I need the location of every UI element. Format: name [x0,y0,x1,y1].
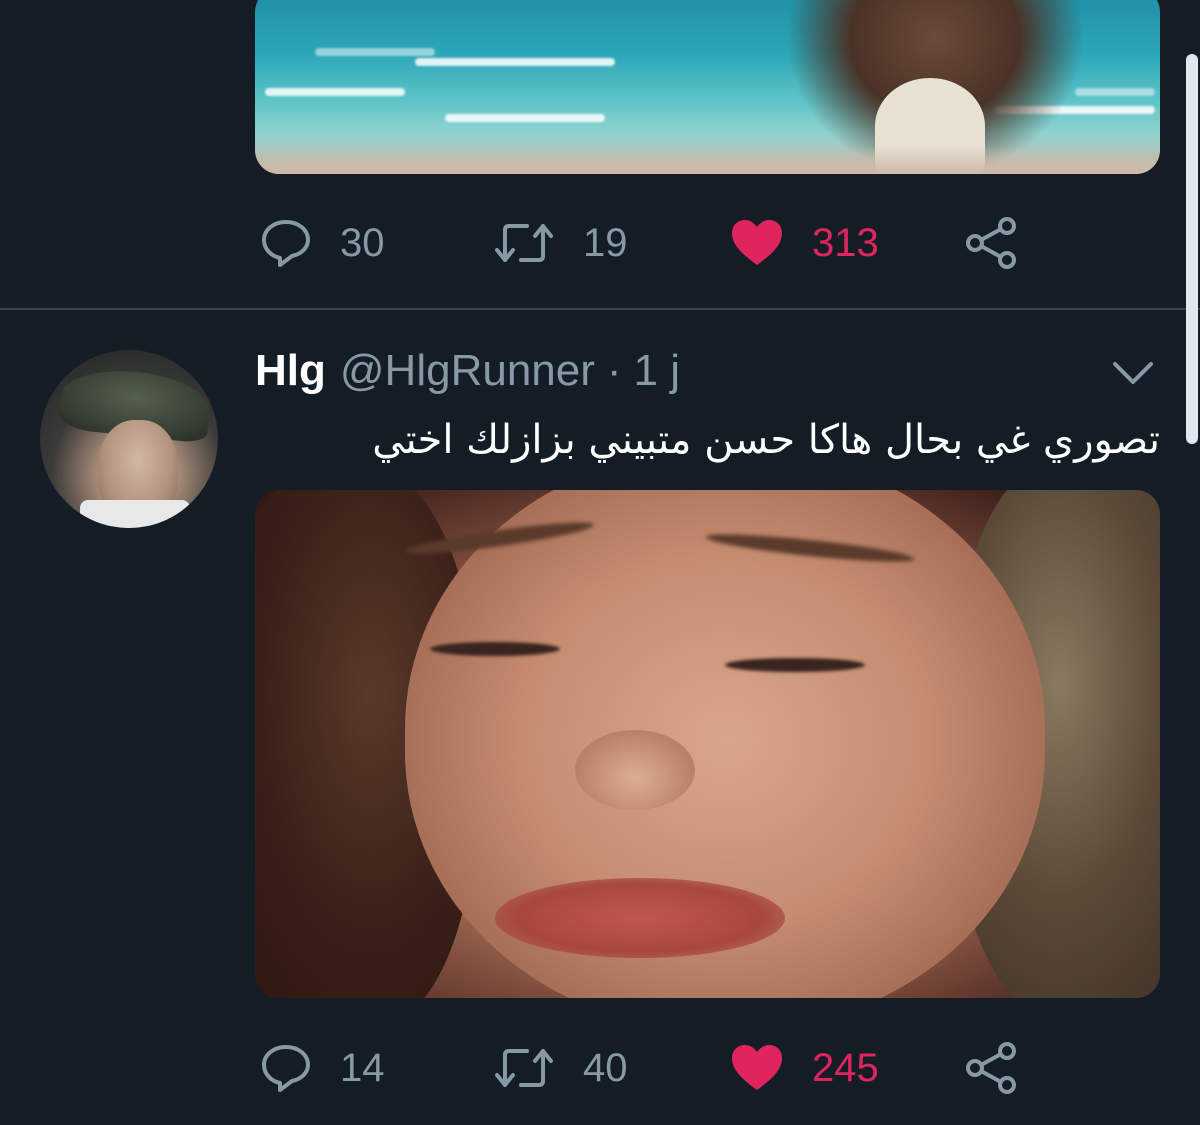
avatar[interactable] [40,350,218,528]
tweet2-media-image[interactable] [255,490,1160,998]
tweet2-menu-button[interactable] [1110,352,1156,392]
reply-icon [260,218,312,268]
tweet2-like-button[interactable]: 245 [730,1033,879,1103]
retweet-icon [493,1045,555,1091]
tweet1-action-bar: 30 19 313 [255,208,1055,278]
tweet1-reply-count: 30 [340,220,385,265]
tweet2-display-name[interactable]: Hlg [255,346,326,396]
tweet2-handle[interactable]: @HlgRunner [340,346,595,396]
tweet2-retweet-count: 40 [583,1045,628,1090]
tweet2-reply-button[interactable]: 14 [260,1033,385,1103]
tweet2-share-button[interactable] [965,1033,1019,1103]
heart-icon [730,219,784,267]
tweet2-timestamp[interactable]: 1 j [634,346,680,396]
scrollbar[interactable] [1186,54,1198,444]
retweet-icon [493,220,555,266]
share-icon [965,1041,1019,1095]
tweet1-retweet-count: 19 [583,220,628,265]
tweet2-reply-count: 14 [340,1045,385,1090]
tweet1-like-button[interactable]: 313 [730,208,879,278]
chevron-down-icon [1110,362,1156,396]
tweet1-retweet-button[interactable]: 19 [493,208,628,278]
tweet2-like-count: 245 [812,1045,879,1090]
share-icon [965,216,1019,270]
reply-icon [260,1043,312,1093]
tweet2-header: Hlg @HlgRunner · 1 j [255,346,1160,402]
tweet2-action-bar: 14 40 245 [255,1033,1055,1103]
tweet2-retweet-button[interactable]: 40 [493,1033,628,1103]
tweet2-text: تصوري غي بحال هاكا حسن متبيني بزازلك اخت… [372,417,1160,463]
tweet1-like-count: 313 [812,220,879,265]
timeline: 30 19 313 Hlg @HlgRunner · 1 j تصوري غي … [0,0,1200,1125]
tweet1-reply-button[interactable]: 30 [260,208,385,278]
tweet2-separator: · [606,346,622,395]
tweet1-share-button[interactable] [965,208,1019,278]
tweet1-media-image[interactable] [255,0,1160,174]
heart-icon [730,1044,784,1092]
tweet-divider [0,308,1200,310]
